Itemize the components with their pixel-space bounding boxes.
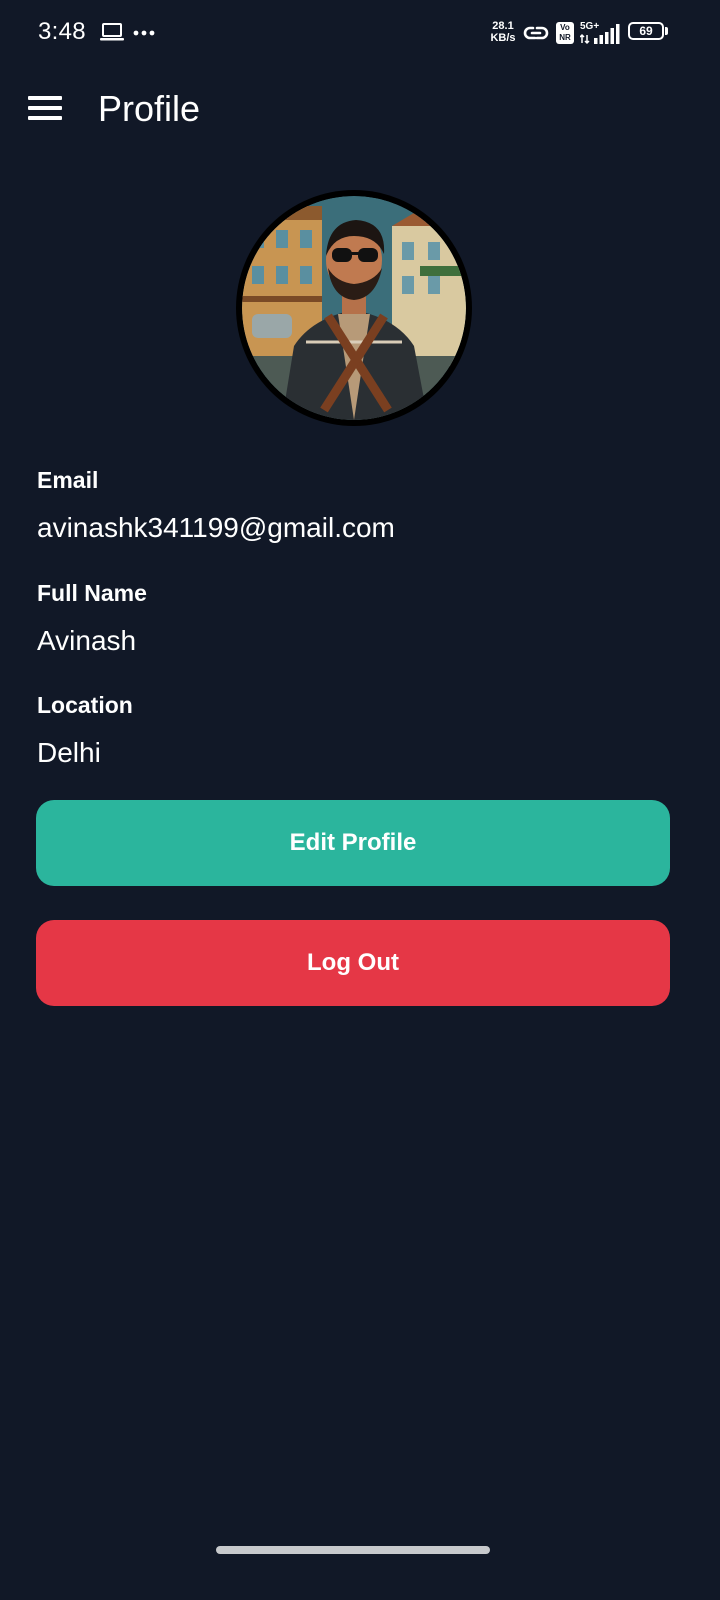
email-label: Email bbox=[37, 467, 99, 493]
battery-level: 69 bbox=[628, 22, 664, 40]
laptop-icon bbox=[100, 23, 124, 41]
page-title: Profile bbox=[98, 88, 201, 129]
menu-line-middle bbox=[28, 106, 62, 110]
menu-line-top bbox=[28, 96, 62, 100]
network-speed: 28.1 KB/s bbox=[486, 20, 520, 44]
edit-profile-button[interactable]: Edit Profile bbox=[36, 800, 670, 886]
location-label: Location bbox=[37, 692, 133, 718]
network-type-label: 5G+ bbox=[580, 21, 599, 32]
status-time: 3:48 bbox=[38, 18, 86, 45]
hamburger-menu-icon[interactable] bbox=[26, 92, 64, 124]
battery-icon: 69 bbox=[628, 22, 670, 42]
network-speed-unit: KB/s bbox=[490, 32, 516, 44]
status-bar: 3:48 28.1 KB/s Vo NR 5G+ 69 bbox=[0, 0, 720, 68]
link-icon bbox=[523, 26, 549, 40]
vonr-icon: Vo NR bbox=[556, 22, 574, 44]
avatar-image bbox=[242, 196, 466, 420]
full-name-label: Full Name bbox=[37, 580, 147, 606]
more-icon bbox=[133, 30, 155, 36]
home-indicator[interactable] bbox=[216, 1546, 490, 1554]
battery-tip bbox=[665, 27, 668, 35]
avatar[interactable] bbox=[236, 190, 472, 426]
log-out-button[interactable]: Log Out bbox=[36, 920, 670, 1006]
network-speed-value: 28.1 bbox=[492, 20, 514, 32]
vonr-top: Vo bbox=[560, 23, 570, 32]
email-value: avinashk341199@gmail.com bbox=[37, 512, 395, 543]
menu-line-bottom bbox=[28, 116, 62, 120]
location-value: Delhi bbox=[37, 737, 101, 768]
full-name-value: Avinash bbox=[37, 625, 137, 656]
signal-icon: 5G+ bbox=[580, 21, 620, 45]
vonr-bottom: NR bbox=[559, 33, 571, 42]
